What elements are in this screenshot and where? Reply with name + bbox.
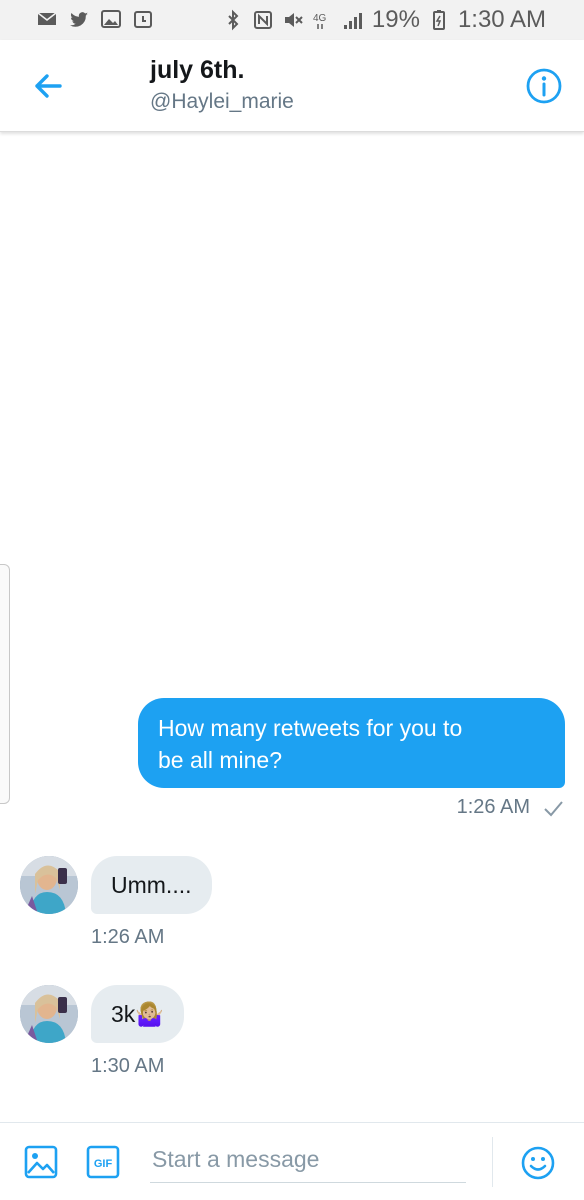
status-bar-system: 4G 19% 1:30 AM — [222, 6, 546, 34]
svg-text:4G: 4G — [313, 13, 327, 24]
battery-icon — [432, 10, 445, 30]
add-gif-button[interactable]: GIF — [86, 1145, 120, 1179]
twitter-bird-icon — [70, 12, 88, 27]
dm-conversation-screen: 4G 19% 1:30 AM july 6th. @Haylei_marie H… — [0, 0, 584, 1200]
4g-lte-icon: 4G — [313, 13, 327, 29]
message-time: 1:26 AM — [91, 926, 165, 948]
message-text-line: How many retweets for you to — [158, 715, 463, 741]
message-text: 3k🤷🏼‍♀️ — [111, 1001, 164, 1027]
status-bar: 4G 19% 1:30 AM — [0, 0, 584, 40]
emoji-button[interactable] — [520, 1145, 556, 1181]
bluetooth-icon — [228, 9, 239, 31]
nfc-icon — [253, 11, 272, 29]
battery-percent: 19% — [371, 6, 420, 33]
image-icon — [101, 10, 121, 28]
incoming-message-bubble[interactable]: Umm.... — [91, 856, 212, 914]
message-time: 1:26 AM — [456, 796, 530, 818]
status-bar-notifications — [36, 8, 154, 30]
image-icon — [24, 1145, 58, 1179]
edge-panel-handle[interactable] — [0, 564, 10, 804]
back-arrow-icon — [35, 74, 62, 98]
message-text: Umm.... — [111, 872, 192, 898]
avatar-photo — [20, 856, 78, 914]
outgoing-message-bubble[interactable]: How many retweets for you to be all mine… — [138, 698, 565, 788]
composer-divider — [492, 1137, 493, 1187]
mute-icon — [284, 13, 303, 27]
outgoing-message-meta: 1:26 AM — [457, 796, 564, 819]
back-button[interactable] — [28, 66, 68, 106]
signal-icon — [343, 13, 362, 29]
add-photo-button[interactable] — [24, 1145, 58, 1179]
calendar-icon — [134, 11, 152, 28]
conversation-handle: @Haylei_marie — [150, 90, 294, 113]
status-time: 1:30 AM — [457, 6, 546, 33]
gif-icon: GIF — [86, 1145, 120, 1179]
message-composer: GIF — [0, 1122, 584, 1200]
info-icon — [526, 68, 562, 104]
smiley-icon — [521, 1146, 555, 1180]
message-input[interactable] — [150, 1137, 466, 1183]
avatar[interactable] — [20, 985, 78, 1043]
message-text-line: be all mine? — [158, 747, 283, 773]
avatar-photo — [20, 985, 78, 1043]
conversation-title: july 6th. — [150, 56, 245, 84]
message-time: 1:30 AM — [91, 1055, 165, 1077]
avatar[interactable] — [20, 856, 78, 914]
info-button[interactable] — [524, 66, 564, 106]
mail-icon — [37, 12, 57, 25]
conversation-header: july 6th. @Haylei_marie — [0, 40, 584, 132]
incoming-message-bubble[interactable]: 3k🤷🏼‍♀️ — [91, 985, 184, 1043]
gif-label: GIF — [94, 1158, 113, 1170]
check-icon — [544, 800, 563, 816]
